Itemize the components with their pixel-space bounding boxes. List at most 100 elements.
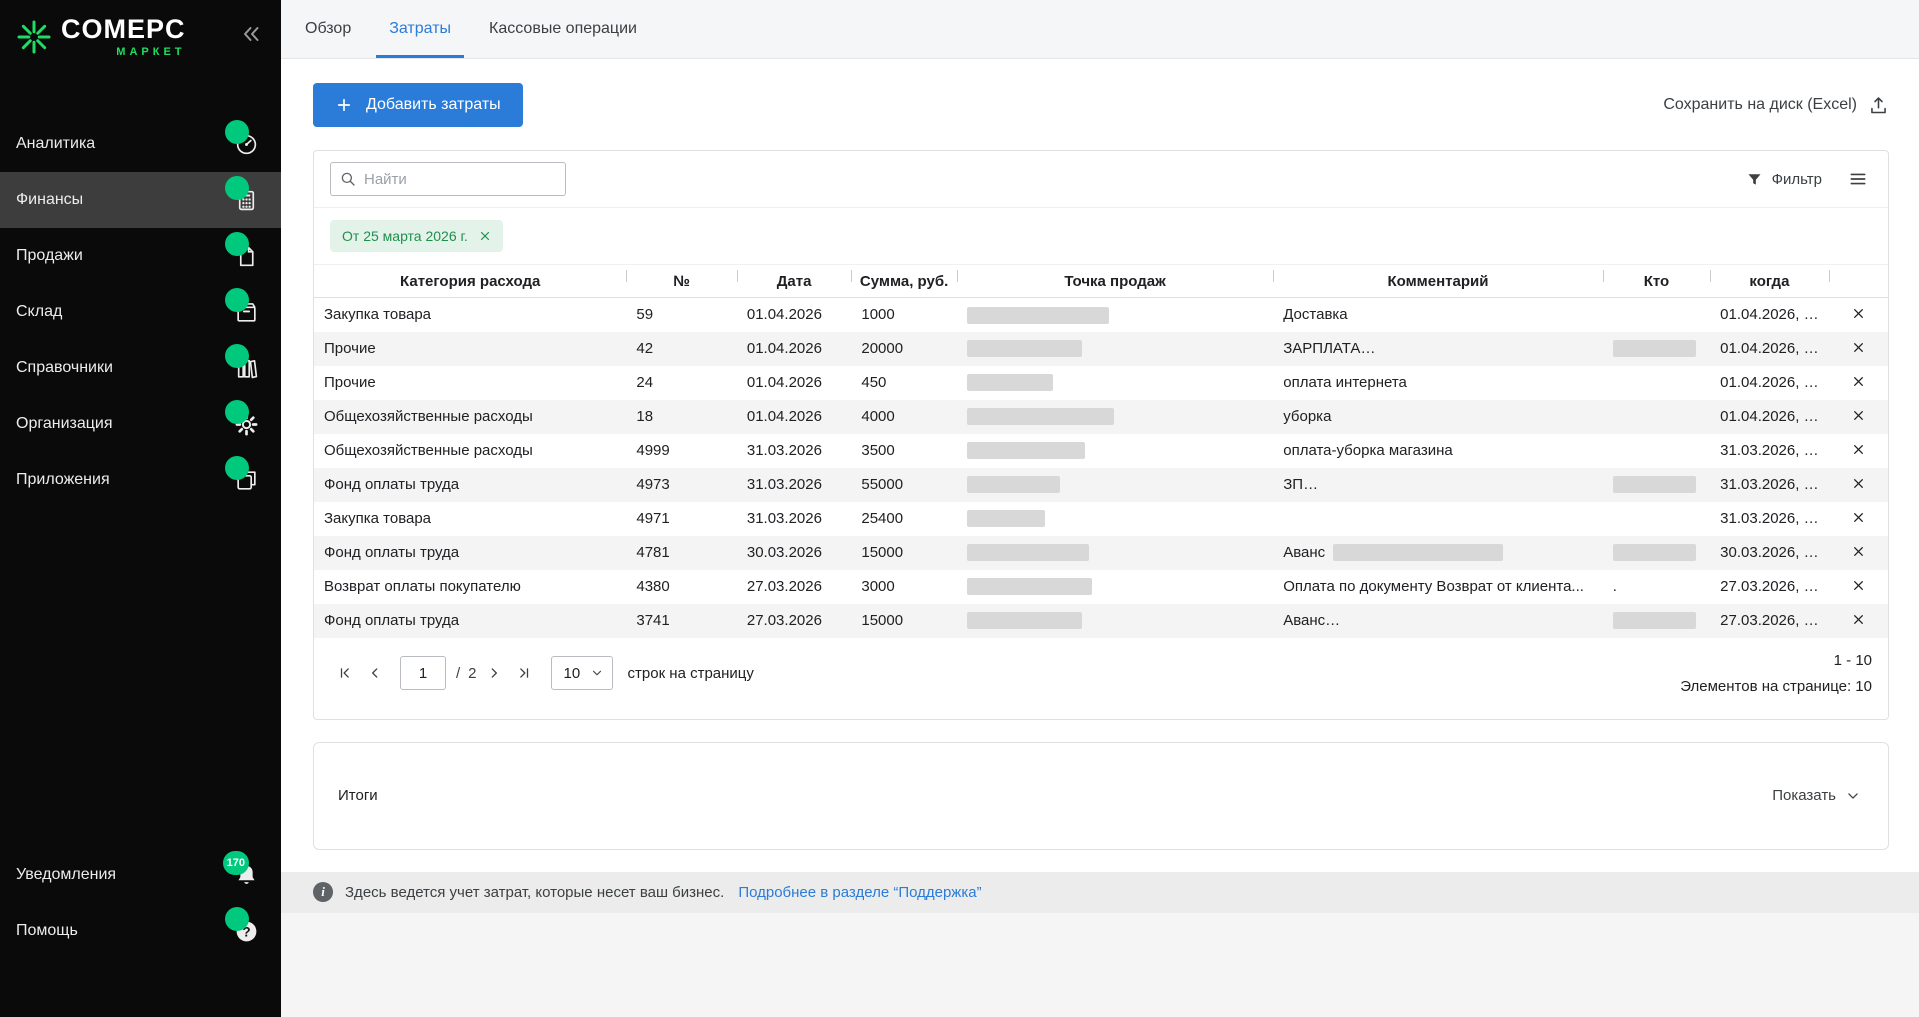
add-expense-button[interactable]: Добавить затраты — [313, 83, 523, 127]
column-header: Дата — [737, 265, 852, 298]
notifications-count-badge — [225, 232, 249, 256]
tab-label: Затраты — [389, 20, 451, 38]
table-row: Общехозяйственные расходы 18 01.04.2026 … — [314, 400, 1888, 434]
cell-actions — [1829, 468, 1888, 502]
collapse-sidebar-icon[interactable] — [239, 22, 263, 51]
cell-category: Закупка товара — [314, 502, 626, 536]
sidebar-item-analytics[interactable]: Аналитика — [0, 116, 281, 172]
content-inner: Добавить затраты Сохранить на диск (Exce… — [281, 59, 1919, 850]
sidebar-item-help[interactable]: Помощь ? — [0, 903, 281, 959]
sidebar-item-label: Финансы — [16, 191, 83, 209]
expenses-table: Категория расхода№ДатаСумма, руб.Точка п… — [314, 264, 1888, 638]
delete-row-button[interactable] — [1850, 339, 1867, 356]
filter-button[interactable]: Фильтр — [1746, 171, 1822, 188]
comment-text: ЗАРПЛАТА — [1283, 340, 1375, 357]
comment-text: уборка — [1283, 408, 1331, 425]
cell-number: 18 — [626, 400, 736, 434]
cell-number: 4971 — [626, 502, 736, 536]
cell-sum: 4000 — [851, 400, 956, 434]
export-excel-button[interactable]: Сохранить на диск (Excel) — [1663, 95, 1889, 116]
main-area: Обзор Затраты Кассовые операции Добавить… — [281, 0, 1919, 1017]
cell-actions — [1829, 400, 1888, 434]
add-expense-label: Добавить затраты — [366, 96, 501, 114]
cell-sum: 1000 — [851, 298, 956, 332]
totals-show-label: Показать — [1772, 787, 1836, 804]
sidebar-item-finance[interactable]: Финансы — [0, 172, 281, 228]
comment-text: Оплата по документу Возврат от клиента..… — [1283, 578, 1584, 595]
last-page-button[interactable] — [509, 658, 539, 688]
page-size-select[interactable]: 10 — [551, 656, 613, 690]
tab-overview[interactable]: Обзор — [286, 0, 370, 58]
cell-number: 3741 — [626, 604, 736, 638]
column-header: когда — [1710, 265, 1829, 298]
delete-row-button[interactable] — [1850, 611, 1867, 628]
redacted-value — [1613, 612, 1696, 629]
table-row: Фонд оплаты труда 3741 27.03.2026 15000 … — [314, 604, 1888, 638]
delete-row-button[interactable] — [1850, 407, 1867, 424]
cell-sum: 55000 — [851, 468, 956, 502]
column-header: Комментарий — [1273, 265, 1602, 298]
search-input[interactable] — [364, 171, 565, 188]
column-header: № — [626, 265, 736, 298]
sidebar-item-sales[interactable]: Продажи — [0, 228, 281, 284]
info-bar: i Здесь ведется учет затрат, которые нес… — [281, 872, 1919, 913]
content: Добавить затраты Сохранить на диск (Exce… — [281, 59, 1919, 1017]
tab-expenses[interactable]: Затраты — [370, 0, 470, 58]
page-divider: / — [456, 665, 460, 682]
info-icon: i — [313, 882, 333, 902]
cell-point-of-sale — [957, 434, 1273, 468]
cell-when: 31.03.2026, 2... — [1710, 434, 1829, 468]
cell-actions — [1829, 366, 1888, 400]
cell-number: 4973 — [626, 468, 736, 502]
first-page-button[interactable] — [330, 658, 360, 688]
redacted-value — [1311, 476, 1601, 493]
delete-row-button[interactable] — [1850, 441, 1867, 458]
sidebar-item-label: Уведомления — [16, 866, 116, 884]
cell-category: Прочие — [314, 332, 626, 366]
active-filters-row: От 25 марта 2026 г. — [314, 208, 1888, 264]
previous-page-button[interactable] — [360, 658, 390, 688]
cell-sum: 20000 — [851, 332, 956, 366]
cell-sum: 450 — [851, 366, 956, 400]
delete-row-button[interactable] — [1850, 509, 1867, 526]
comment-text: оплата интернета — [1283, 374, 1407, 391]
cell-comment: оплата-уборка магазина — [1273, 434, 1602, 468]
next-page-button[interactable] — [479, 658, 509, 688]
cell-category: Прочие — [314, 366, 626, 400]
table-head-row: Категория расхода№ДатаСумма, руб.Точка п… — [314, 265, 1888, 298]
page-number-input[interactable] — [400, 656, 446, 690]
delete-row-button[interactable] — [1850, 305, 1867, 322]
app-window: COMEPC МАРКЕТ Аналитика Финансы Продажи … — [0, 0, 1919, 1017]
cell-point-of-sale — [957, 502, 1273, 536]
support-link[interactable]: Подробнее в разделе “Поддержка” — [738, 884, 981, 901]
sidebar-item-notifications[interactable]: Уведомления 170 — [0, 847, 281, 903]
cell-actions — [1829, 332, 1888, 366]
logo[interactable]: COMEPC МАРКЕТ — [16, 16, 186, 58]
sidebar-item-references[interactable]: Справочники — [0, 340, 281, 396]
cell-sum: 25400 — [851, 502, 956, 536]
delete-row-button[interactable] — [1850, 577, 1867, 594]
expenses-panel: Фильтр От 25 марта 2026 г. — [313, 150, 1889, 720]
cell-comment: Аванс — [1273, 604, 1602, 638]
cell-date: 01.04.2026 — [737, 332, 852, 366]
sidebar-item-apps[interactable]: Приложения — [0, 452, 281, 508]
cell-comment: Доставка — [1273, 298, 1602, 332]
cell-comment: ЗАРПЛАТА — [1273, 332, 1602, 366]
filter-label: Фильтр — [1772, 171, 1822, 188]
remove-filter-icon[interactable] — [479, 230, 491, 242]
totals-show-button[interactable]: Показать — [1772, 787, 1860, 804]
pagination-summary: 1 - 10 Элементов на странице: 10 — [1680, 652, 1872, 695]
delete-row-button[interactable] — [1850, 373, 1867, 390]
tab-cash-operations[interactable]: Кассовые операции — [470, 0, 656, 58]
chevron-down-icon — [591, 667, 603, 679]
redacted-value — [1613, 476, 1696, 493]
cell-sum: 15000 — [851, 604, 956, 638]
table-menu-icon[interactable] — [1848, 169, 1868, 189]
table-row: Прочие 42 01.04.2026 20000 ЗАРПЛАТА 01.0… — [314, 332, 1888, 366]
sidebar-item-organization[interactable]: Организация — [0, 396, 281, 452]
delete-row-button[interactable] — [1850, 475, 1867, 492]
sidebar-item-warehouse[interactable]: Склад — [0, 284, 281, 340]
delete-row-button[interactable] — [1850, 543, 1867, 560]
search-row: Фильтр — [314, 151, 1888, 208]
search-icon — [339, 170, 357, 188]
